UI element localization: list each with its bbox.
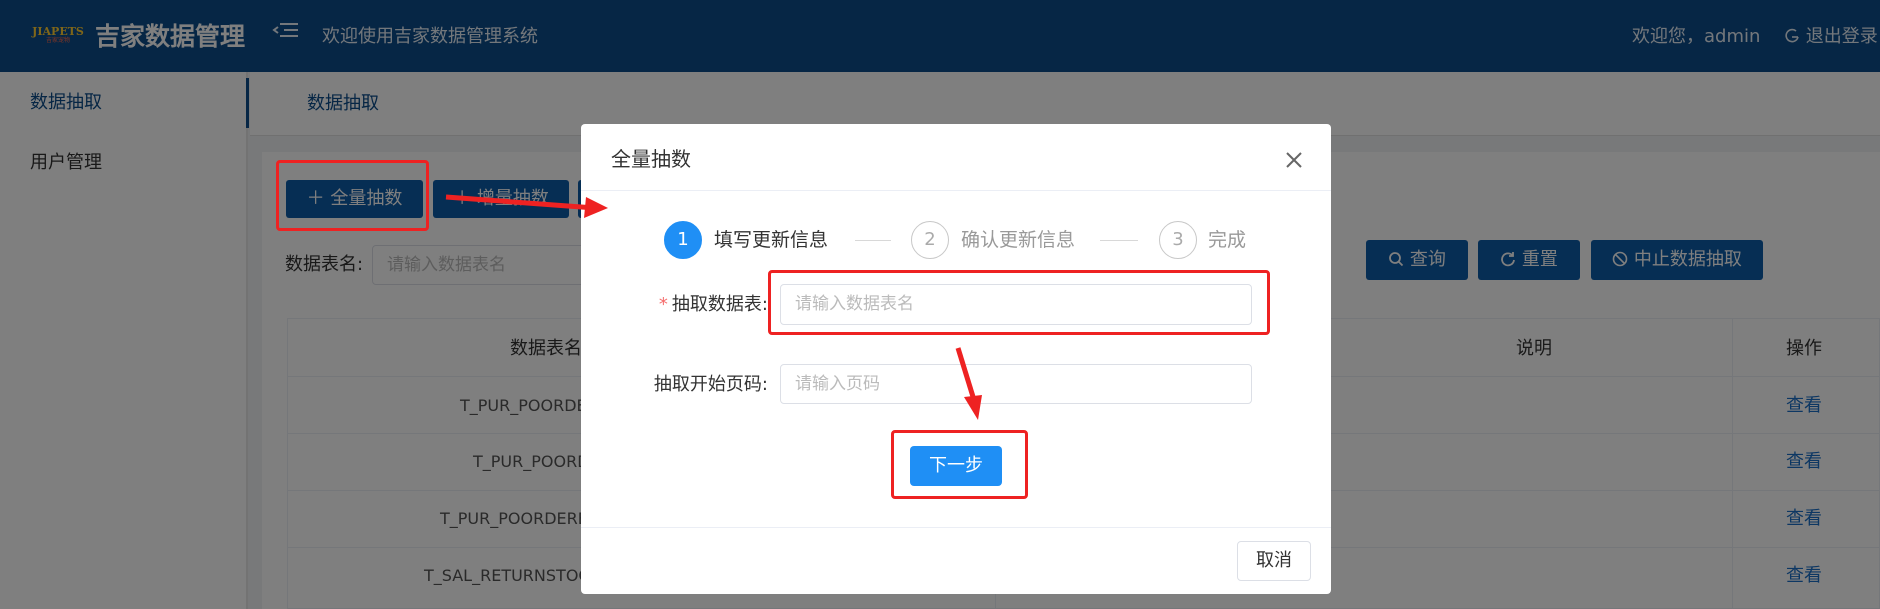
start-page-input[interactable]: 请输入页码	[780, 364, 1252, 404]
step-connector	[855, 240, 891, 241]
start-page-label: 抽取开始页码:	[653, 374, 768, 395]
extract-table-label-text: 抽取数据表:	[671, 294, 768, 315]
step-2-label: 确认更新信息	[961, 229, 1076, 251]
dialog-title: 全量抽数	[611, 147, 691, 171]
close-icon[interactable]	[1282, 148, 1306, 172]
annotation-box-full-extract	[276, 160, 429, 231]
dialog-header-divider	[581, 190, 1331, 191]
cancel-button[interactable]: 取消	[1237, 541, 1311, 581]
annotation-arrow-down-icon	[955, 347, 982, 420]
annotation-box-next-button	[891, 430, 1028, 499]
step-connector	[1100, 240, 1138, 241]
step-1-label: 填写更新信息	[714, 229, 829, 251]
required-asterisk: *	[658, 294, 668, 315]
step-3-label: 完成	[1208, 229, 1247, 251]
annotation-arrow-right-icon	[445, 194, 608, 218]
extract-table-label: * 抽取数据表:	[650, 290, 768, 320]
dialog-footer-divider	[581, 527, 1331, 528]
step-2-indicator: 2	[911, 221, 949, 259]
step-3-indicator: 3	[1159, 221, 1197, 259]
annotation-box-table-input	[768, 270, 1270, 335]
step-1-indicator: 1	[664, 221, 702, 259]
